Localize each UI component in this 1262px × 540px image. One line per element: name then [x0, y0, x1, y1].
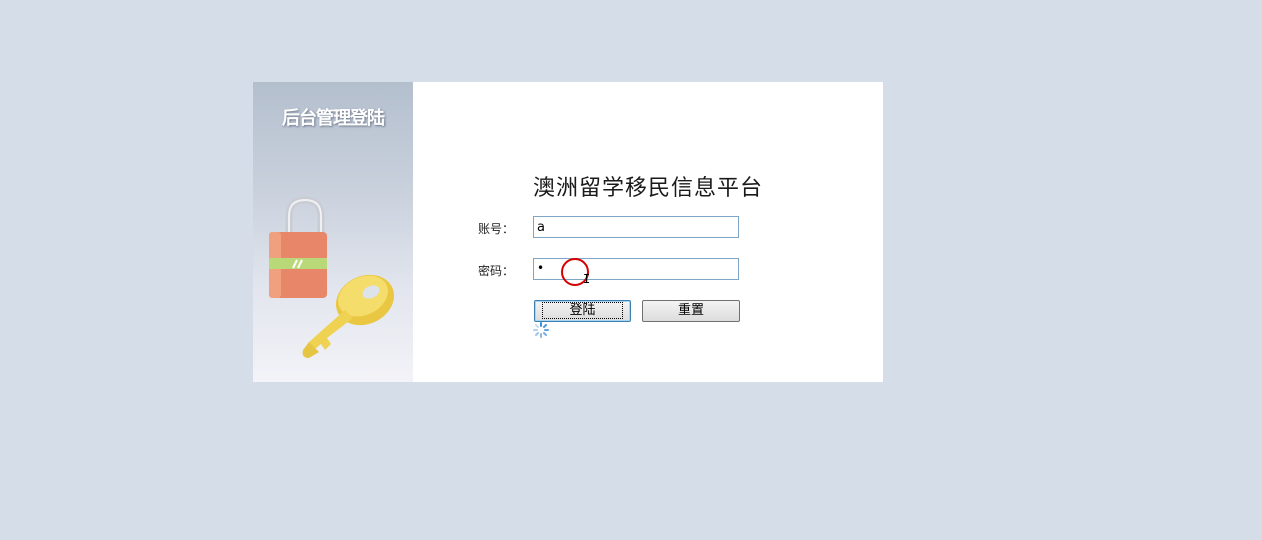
account-input[interactable]: [533, 216, 739, 238]
login-panel: 后台管理登陆 澳洲留学移民信息平台 账号： 密码： • 登陆 重置: [253, 82, 883, 382]
side-title: 后台管理登陆: [282, 108, 385, 129]
side-banner: 后台管理登陆: [253, 82, 413, 382]
text-cursor-icon: I: [583, 272, 591, 286]
login-button-label: 登陆: [542, 302, 623, 319]
password-label: 密码：: [478, 264, 515, 278]
page-title: 澳洲留学移民信息平台: [533, 176, 764, 201]
login-button[interactable]: 登陆: [534, 300, 631, 322]
lock-icon: [269, 196, 327, 298]
lock-and-key-illustration: [269, 196, 395, 358]
account-label: 账号：: [478, 222, 515, 236]
reset-button[interactable]: 重置: [642, 300, 740, 322]
loading-spinner-icon: [533, 322, 549, 338]
